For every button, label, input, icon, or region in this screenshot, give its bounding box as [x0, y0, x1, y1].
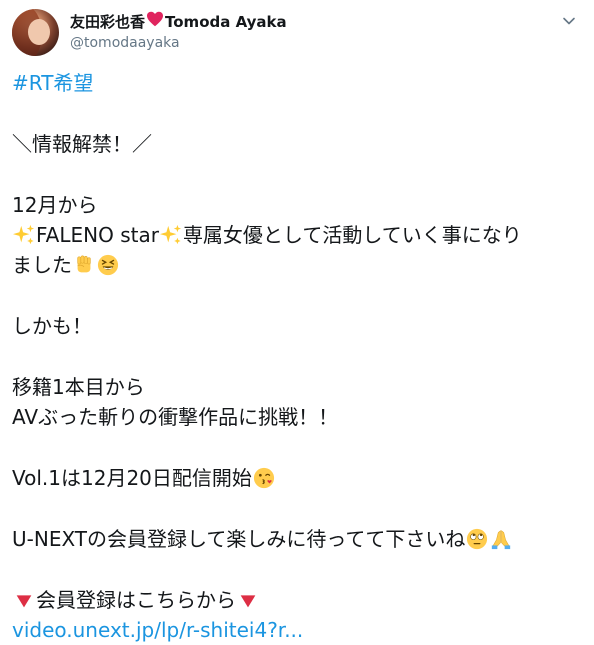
tweet-text: #RT希望 ＼情報解禁！／ 12月から FALENO star 専属女優として活… [12, 68, 582, 645]
sparkles-icon [13, 224, 35, 246]
avatar[interactable] [12, 9, 59, 56]
author-names: 友田彩也香 Tomoda Ayaka @tomodaayaka [70, 11, 530, 53]
announcement-text: ＼情報解禁！／ [12, 132, 152, 156]
raised-fist-icon [73, 254, 95, 276]
user-handle[interactable]: @tomodaayaka [70, 33, 530, 53]
hashtag-link[interactable]: #RT希望 [12, 68, 93, 98]
moreover-text: しかも！ [12, 314, 92, 338]
text-line: 会員登録はこちらから [12, 585, 582, 615]
display-name[interactable]: 友田彩也香 Tomoda Ayaka [70, 11, 530, 32]
chevron-down-icon[interactable] [562, 13, 576, 27]
display-name-en: Tomoda Ayaka [165, 12, 287, 31]
exclusive-actress-text: 専属女優として活動していく事になり [182, 223, 522, 247]
text-line: 移籍1本目から [12, 372, 582, 402]
display-name-jp: 友田彩也香 [70, 12, 146, 31]
kissing-face-icon [253, 467, 275, 489]
text-line: ました [12, 250, 582, 280]
grinning-squinting-face-icon [97, 254, 119, 276]
text-line: U-NEXTの会員登録して楽しみに待ってて下さいね [12, 524, 582, 554]
av-challenge-text: AVぶった斬りの衝撃作品に挑戦！！ [12, 405, 339, 429]
became-text: ました [12, 253, 72, 277]
unext-register-text: U-NEXTの会員登録して楽しみに待ってて下さいね [12, 527, 466, 551]
text-line: しかも！ [12, 311, 582, 341]
sparkles-icon [159, 224, 182, 246]
folded-hands-icon [490, 528, 512, 550]
red-triangle-down-icon [13, 589, 35, 611]
text-line: #RT希望 [12, 68, 582, 98]
faleno-brand-text: FALENO star [36, 223, 159, 247]
text-line: ＼情報解禁！／ [12, 129, 582, 159]
text-line: FALENO star 専属女優として活動していく事になり [12, 220, 582, 250]
text-line: AVぶった斬りの衝撃作品に挑戦！！ [12, 402, 582, 432]
from-december-text: 12月から [12, 193, 98, 217]
text-line: 12月から [12, 190, 582, 220]
first-title-text: 移籍1本目から [12, 375, 145, 399]
register-here-text: 会員登録はこちらから [36, 588, 236, 612]
text-line: Vol.1は12月20日配信開始 [12, 463, 582, 493]
red-triangle-down-icon [237, 589, 259, 611]
tweet-card: 友田彩也香 Tomoda Ayaka @tomodaayaka #RT希望 ＼情… [0, 0, 594, 642]
avatar-face [28, 19, 50, 45]
face-with-rolling-eyes-icon [466, 528, 488, 550]
tweet-header: 友田彩也香 Tomoda Ayaka @tomodaayaka [12, 9, 582, 59]
heart-icon [146, 11, 164, 32]
vol1-release-text: Vol.1は12月20日配信開始 [12, 466, 252, 490]
